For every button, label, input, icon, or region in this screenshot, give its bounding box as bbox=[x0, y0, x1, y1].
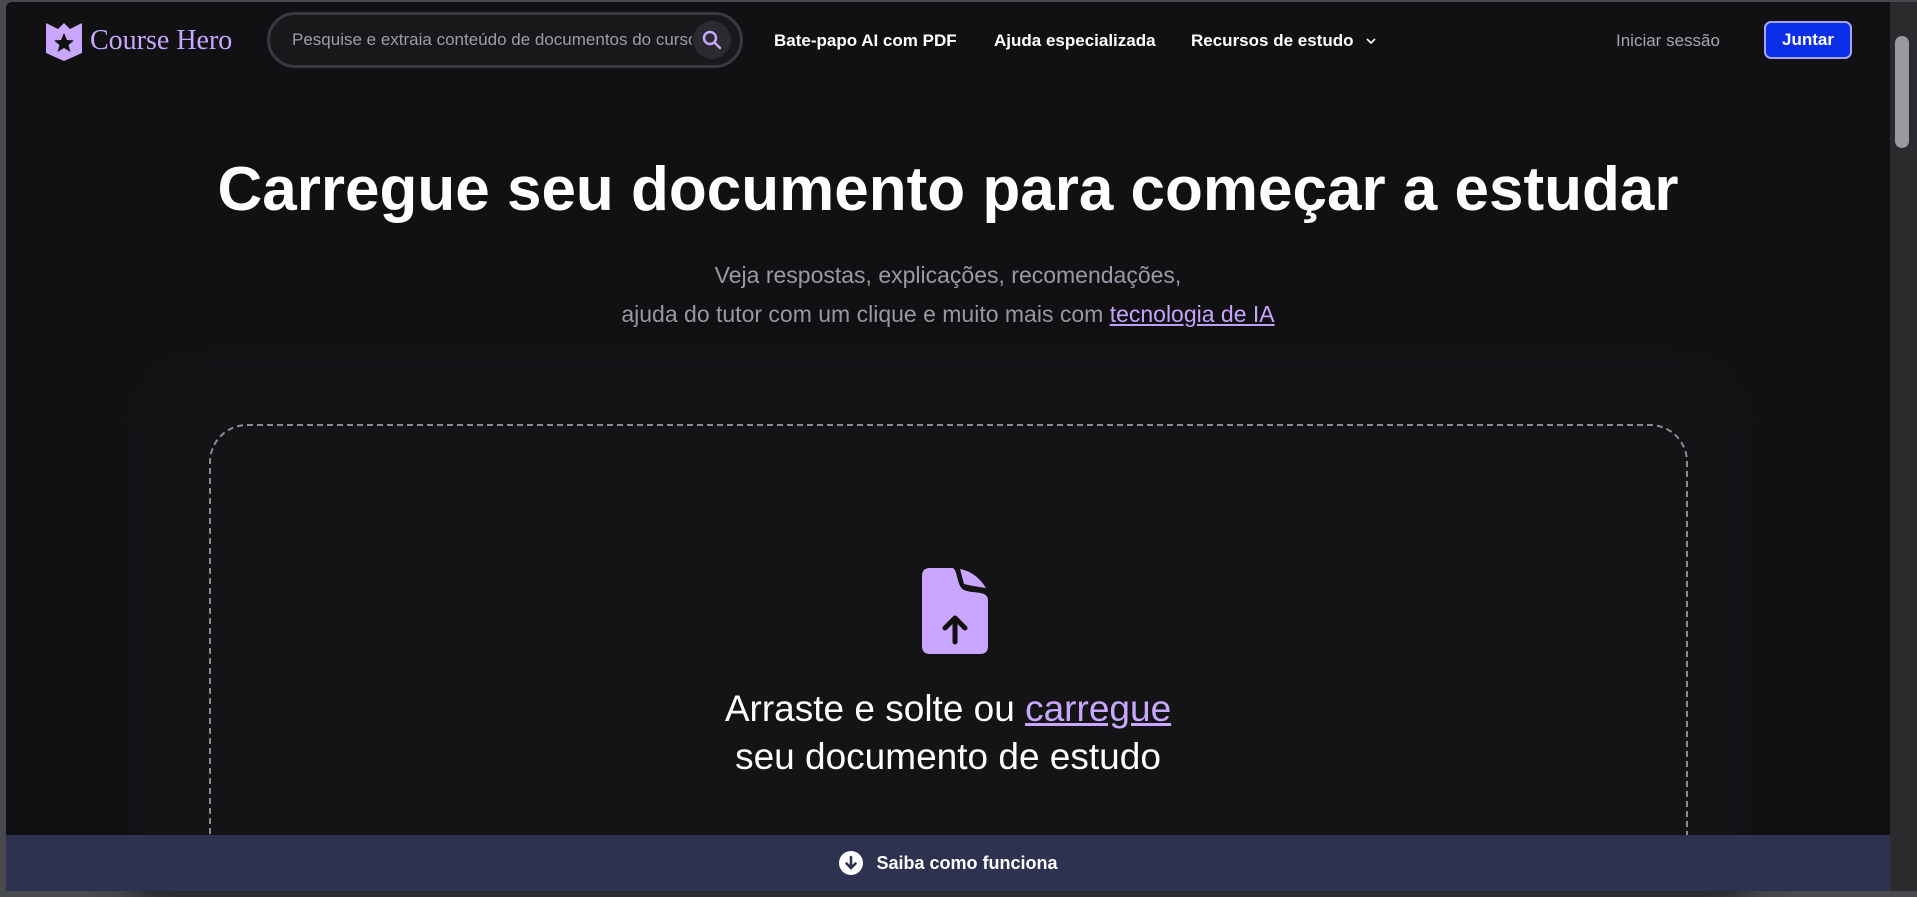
how-it-works-bar[interactable]: Saiba como funciona bbox=[6, 835, 1890, 891]
search-input[interactable] bbox=[292, 30, 692, 50]
browser-viewport: Course Hero Bate-papo AI com PDF Ajuda e… bbox=[6, 2, 1890, 891]
dropzone-text: Arraste e solte ou carregue seu document… bbox=[6, 685, 1890, 781]
file-upload-icon bbox=[922, 568, 988, 654]
how-it-works-label: Saiba como funciona bbox=[876, 852, 1058, 873]
course-hero-logo[interactable]: Course Hero bbox=[46, 21, 232, 61]
page-subtitle: Veja respostas, explicações, recomendaçõ… bbox=[6, 256, 1890, 334]
nav-study-resources[interactable]: Recursos de estudo bbox=[1191, 31, 1376, 51]
star-shield-icon bbox=[46, 23, 82, 61]
nav-expert-help[interactable]: Ajuda especializada bbox=[994, 31, 1156, 51]
logo-text: Course Hero bbox=[90, 25, 233, 56]
ai-technology-link[interactable]: tecnologia de IA bbox=[1110, 301, 1275, 327]
scrollbar-thumb[interactable] bbox=[1895, 36, 1909, 148]
arrow-down-circle-icon bbox=[839, 851, 864, 875]
drag-text-2: seu documento de estudo bbox=[735, 736, 1161, 777]
upload-link[interactable]: carregue bbox=[1025, 688, 1171, 729]
search-bar bbox=[267, 12, 743, 68]
drag-text: Arraste e solte ou bbox=[724, 688, 1015, 729]
subtitle-line-2: ajuda do tutor com um clique e muito mai… bbox=[621, 301, 1104, 327]
nav-study-resources-label: Recursos de estudo bbox=[1191, 31, 1354, 50]
search-button[interactable] bbox=[693, 21, 731, 59]
page-title: Carregue seu documento para começar a es… bbox=[217, 155, 1679, 224]
login-link[interactable]: Iniciar sessão bbox=[1616, 31, 1720, 51]
subtitle-line-1: Veja respostas, explicações, recomendaçõ… bbox=[714, 262, 1182, 288]
nav-ai-chat-pdf[interactable]: Bate-papo AI com PDF bbox=[774, 31, 957, 51]
join-button[interactable]: Juntar bbox=[1764, 21, 1852, 59]
search-icon bbox=[702, 30, 722, 50]
chevron-down-icon bbox=[1365, 37, 1376, 44]
